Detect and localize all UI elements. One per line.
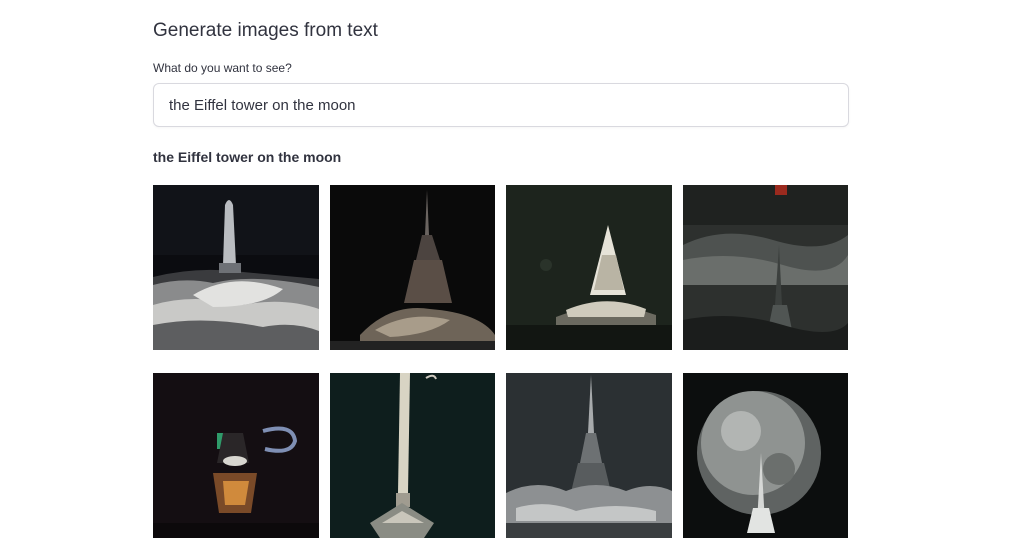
page-title: Generate images from text: [153, 20, 378, 41]
generated-image-8[interactable]: [683, 373, 848, 538]
generated-image-4[interactable]: [683, 185, 848, 350]
prompt-input[interactable]: [153, 83, 849, 127]
generated-image-1[interactable]: [153, 185, 319, 350]
image-grid: [153, 185, 850, 538]
generated-image-7[interactable]: [506, 373, 672, 538]
generated-image-2[interactable]: [330, 185, 495, 350]
generated-image-6[interactable]: [330, 373, 495, 538]
prompt-label: What do you want to see?: [153, 61, 292, 75]
generated-image-5[interactable]: [153, 373, 319, 538]
generated-image-3[interactable]: [506, 185, 672, 350]
result-caption: the Eiffel tower on the moon: [153, 149, 342, 165]
